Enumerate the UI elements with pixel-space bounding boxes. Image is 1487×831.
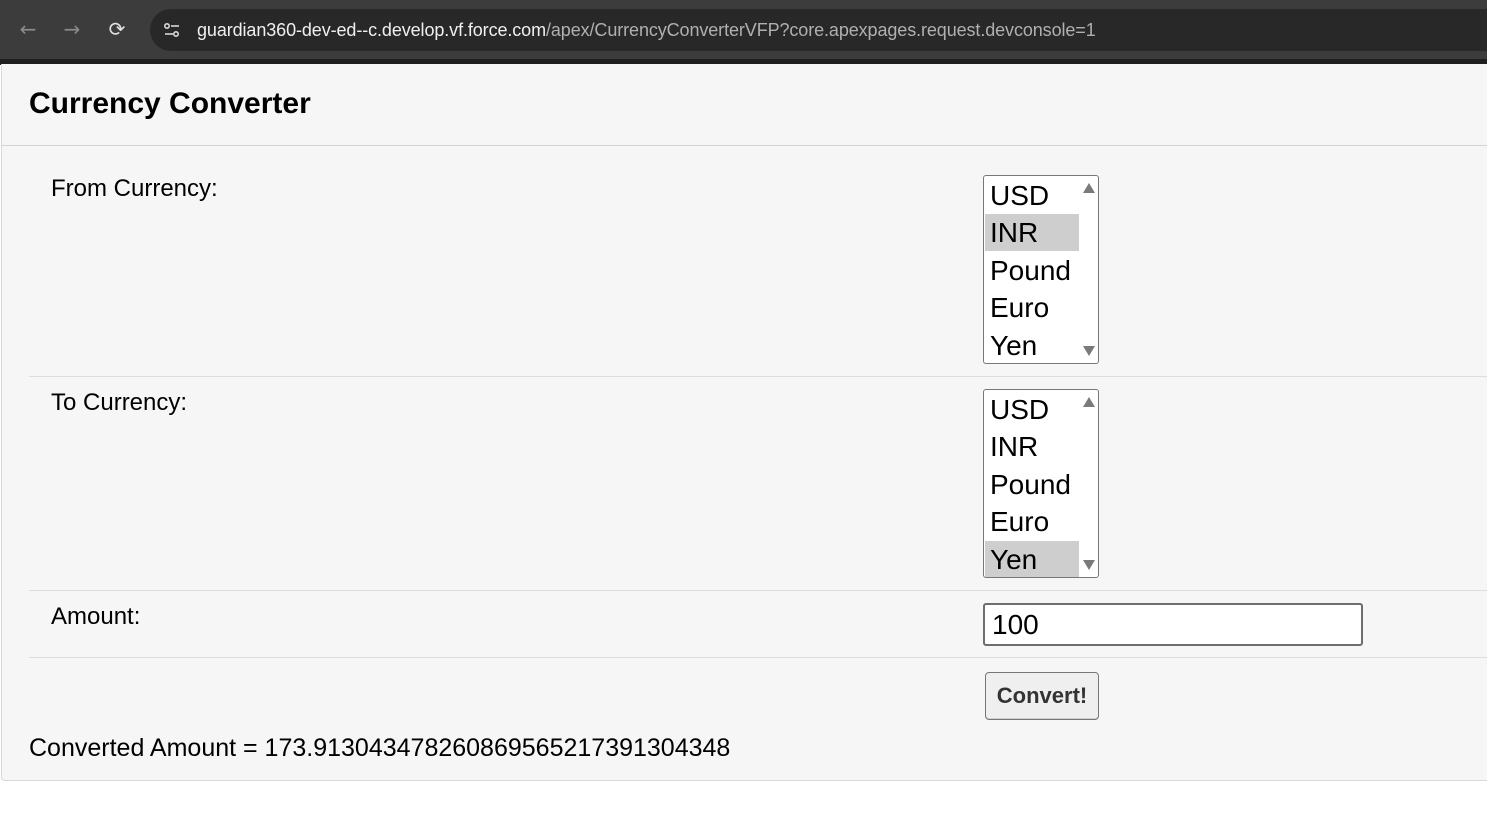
- address-bar[interactable]: guardian360-dev-ed--c.develop.vf.force.c…: [150, 9, 1487, 51]
- to-currency-listbox[interactable]: Yen Euro Pound INR USD: [983, 389, 1099, 578]
- to-option-pound[interactable]: Pound: [985, 466, 1079, 503]
- row-divider: [29, 590, 1487, 591]
- convert-button[interactable]: Convert!: [985, 672, 1099, 720]
- from-scrollbar[interactable]: [1079, 176, 1098, 363]
- from-option-inr[interactable]: INR: [985, 214, 1079, 252]
- scroll-down-arrow-icon[interactable]: [1083, 560, 1095, 570]
- amount-input[interactable]: [983, 603, 1363, 646]
- from-option-pound[interactable]: Pound: [985, 252, 1079, 289]
- to-option-usd[interactable]: USD: [985, 391, 1079, 428]
- url-text[interactable]: guardian360-dev-ed--c.develop.vf.force.c…: [197, 20, 1096, 41]
- scroll-up-arrow-icon[interactable]: [1083, 397, 1095, 407]
- panel-header: Currency Converter: [2, 64, 1487, 146]
- to-option-euro[interactable]: Euro: [985, 503, 1079, 540]
- from-currency-listbox[interactable]: Yen Euro Pound INR USD: [983, 175, 1099, 364]
- row-divider: [29, 657, 1487, 658]
- browser-toolbar: ← → ⟳ guardian360-dev-ed--c.develop.vf.f…: [0, 0, 1487, 60]
- forward-arrow-icon[interactable]: →: [57, 14, 87, 44]
- row-divider: [29, 376, 1487, 377]
- converted-amount-text: Converted Amount = 173.91304347826086956…: [29, 734, 731, 762]
- from-currency-label: From Currency:: [51, 175, 218, 202]
- from-option-euro[interactable]: Euro: [985, 289, 1079, 326]
- to-option-yen[interactable]: Yen: [985, 540, 1079, 577]
- to-scrollbar[interactable]: [1079, 390, 1098, 577]
- url-path: /apex/CurrencyConverterVFP?core.apexpage…: [546, 20, 1096, 40]
- amount-label: Amount:: [51, 603, 141, 630]
- from-option-yen[interactable]: Yen: [985, 327, 1079, 363]
- url-host: guardian360-dev-ed--c.develop.vf.force.c…: [197, 20, 546, 40]
- site-settings-icon[interactable]: [162, 20, 182, 40]
- scroll-down-arrow-icon[interactable]: [1083, 346, 1095, 356]
- reload-icon[interactable]: ⟳: [102, 14, 132, 44]
- converter-panel: Currency Converter From Currency: Yen Eur…: [1, 64, 1487, 781]
- from-option-usd[interactable]: USD: [985, 177, 1079, 214]
- scroll-up-arrow-icon[interactable]: [1083, 183, 1095, 193]
- back-arrow-icon[interactable]: ←: [13, 14, 43, 44]
- page-title: Currency Converter: [29, 87, 311, 120]
- to-currency-label: To Currency:: [51, 389, 188, 416]
- to-option-inr[interactable]: INR: [985, 428, 1079, 465]
